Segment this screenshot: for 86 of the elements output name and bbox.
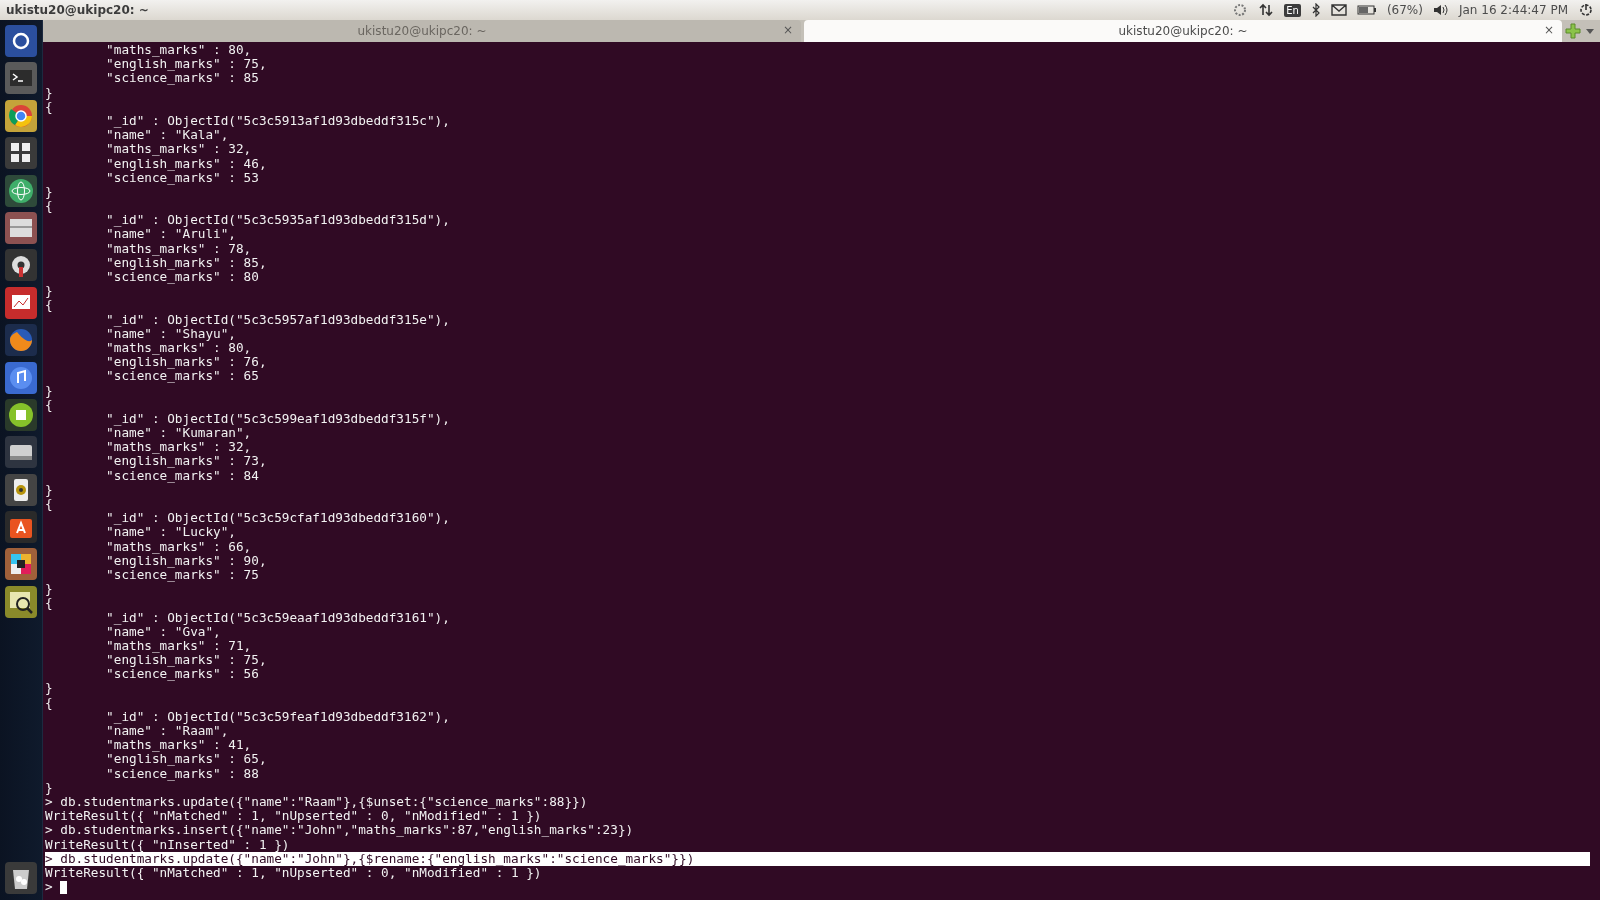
output-line: { bbox=[45, 497, 54, 512]
output-line: "science_marks" : 53 bbox=[105, 170, 259, 185]
output-line: "maths_marks" : 80, bbox=[105, 43, 253, 58]
output-line: } bbox=[45, 284, 54, 299]
output-line: "science_marks" : 56 bbox=[105, 667, 260, 682]
output-line: } bbox=[45, 582, 54, 597]
command-line: > db.studentmarks.update({"name":"Raam"},{$unset:{"science_marks":88}}) bbox=[45, 794, 589, 810]
output-line: { bbox=[45, 695, 54, 710]
browser-icon[interactable] bbox=[5, 99, 37, 132]
shell-prompt: > bbox=[45, 880, 1590, 895]
output-line: "_id" : ObjectId("5c3c599eaf1d93dbeddf315f"), bbox=[105, 411, 451, 427]
home-icon[interactable] bbox=[5, 25, 37, 57]
close-icon[interactable]: × bbox=[782, 23, 793, 37]
clock[interactable]: Jan 16 2:44:47 PM bbox=[1458, 3, 1568, 17]
battery-percentage: (67%) bbox=[1386, 3, 1423, 17]
output-line: "name" : "Lucky", bbox=[105, 525, 236, 540]
output-line: "english_marks" : 85, bbox=[105, 255, 268, 270]
terminal-icon[interactable] bbox=[5, 62, 37, 95]
output-line: "maths_marks" : 71, bbox=[105, 638, 253, 654]
output-line: "science_marks" : 88 bbox=[105, 766, 260, 781]
output-line: { bbox=[45, 99, 54, 114]
output-line: } bbox=[45, 85, 54, 100]
terminal-tab[interactable]: ukistu20@ukipc20: ~ × bbox=[804, 20, 1562, 42]
chat-icon[interactable] bbox=[5, 548, 37, 581]
battery-icon bbox=[1356, 3, 1377, 17]
transfer-arrows-icon bbox=[1258, 3, 1275, 17]
output-line: "_id" : ObjectId("5c3c59feaf1d93dbeddf3162"), bbox=[105, 709, 451, 724]
close-icon[interactable]: × bbox=[1543, 23, 1554, 37]
output-line: "science_marks" : 65 bbox=[105, 369, 260, 384]
shopping-bag-icon[interactable] bbox=[5, 511, 37, 544]
output-line: "_id" : ObjectId("5c3c59cfaf1d93dbeddf3160"), bbox=[105, 511, 451, 526]
power-icon bbox=[1578, 3, 1594, 17]
magnifier-icon[interactable] bbox=[5, 585, 37, 618]
output-line: { bbox=[45, 596, 54, 611]
output-line: } bbox=[45, 681, 54, 696]
output-line: WriteResult({ "nMatched" : 1, "nUpserted" : 0, "nModified" : 1 }) bbox=[45, 865, 542, 881]
speaker-icon[interactable] bbox=[5, 473, 37, 506]
bluetooth-icon bbox=[1310, 3, 1321, 17]
output-line: WriteResult({ "nInserted" : 1 }) bbox=[45, 837, 290, 852]
output-line: "science_marks" : 85 bbox=[105, 71, 260, 86]
presentation-icon[interactable] bbox=[5, 286, 37, 319]
output-line: "name" : "Aruli", bbox=[105, 227, 236, 242]
output-line: "maths_marks" : 32, bbox=[105, 142, 253, 157]
output-line: } bbox=[45, 482, 54, 497]
output-line: "maths_marks" : 41, bbox=[105, 738, 253, 753]
output-line: "maths_marks" : 78, bbox=[105, 241, 253, 256]
output-line: "science_marks" : 84 bbox=[105, 468, 260, 483]
output-line: "science_marks" : 80 bbox=[105, 270, 260, 285]
output-line: "_id" : ObjectId("5c3c5957af1d93dbeddf315e"), bbox=[105, 312, 451, 327]
output-line: "_id" : ObjectId("5c3c5935af1d93dbeddf315d"), bbox=[105, 213, 451, 228]
output-line: { bbox=[45, 298, 54, 313]
command-line: > db.studentmarks.insert({"name":"John","maths_marks":87,"english_marks":23}) bbox=[45, 823, 635, 838]
output-line: } bbox=[45, 383, 54, 398]
trash-icon[interactable] bbox=[5, 862, 37, 894]
text-cursor bbox=[59, 881, 67, 895]
output-line: "english_marks" : 75, bbox=[105, 57, 268, 72]
keyboard-layout-indicator[interactable]: En bbox=[1284, 3, 1301, 17]
output-line: "maths_marks" : 66, bbox=[105, 539, 253, 554]
output-line: "english_marks" : 73, bbox=[105, 454, 268, 469]
output-line: "name" : "Raam", bbox=[105, 724, 229, 739]
output-line: "english_marks" : 76, bbox=[105, 355, 268, 370]
output-line: "maths_marks" : 32, bbox=[105, 440, 253, 455]
output-line: "maths_marks" : 80, bbox=[105, 340, 253, 356]
output-line: "english_marks" : 46, bbox=[105, 156, 268, 171]
output-line: "name" : "Gva", bbox=[105, 624, 221, 639]
output-line: "name" : "Kala", bbox=[105, 128, 229, 143]
output-line: "english_marks" : 65, bbox=[105, 752, 268, 767]
output-line: "name" : "Kumaran", bbox=[105, 426, 252, 441]
mail-icon bbox=[1330, 3, 1347, 17]
output-line: WriteResult({ "nMatched" : 1, "nUpserted" : 0, "nModified" : 1 }) bbox=[45, 809, 542, 824]
output-line: "science_marks" : 75 bbox=[105, 567, 259, 583]
atom-icon[interactable] bbox=[5, 174, 37, 207]
output-line: "_id" : ObjectId("5c3c5913af1d93dbeddf315c"), bbox=[105, 113, 451, 129]
keys-icon[interactable] bbox=[5, 137, 37, 170]
output-line: "english_marks" : 90, bbox=[105, 553, 268, 568]
output-line: } bbox=[45, 184, 54, 200]
output-line: } bbox=[45, 780, 54, 795]
output-line: { bbox=[45, 397, 54, 412]
terminal-tab[interactable]: ukistu20@ukipc20: ~ × bbox=[43, 20, 801, 42]
output-line: "name" : "Shayu", bbox=[105, 326, 236, 341]
output-line: "english_marks" : 75, bbox=[105, 653, 268, 668]
drawer-icon[interactable] bbox=[5, 211, 37, 244]
volume-icon bbox=[1432, 3, 1449, 17]
output-line: { bbox=[45, 199, 54, 214]
window-title: ukistu20@ukipc20: ~ bbox=[6, 3, 149, 17]
output-line: "_id" : ObjectId("5c3c59eaaf1d93dbeddf3161"), bbox=[105, 610, 451, 625]
